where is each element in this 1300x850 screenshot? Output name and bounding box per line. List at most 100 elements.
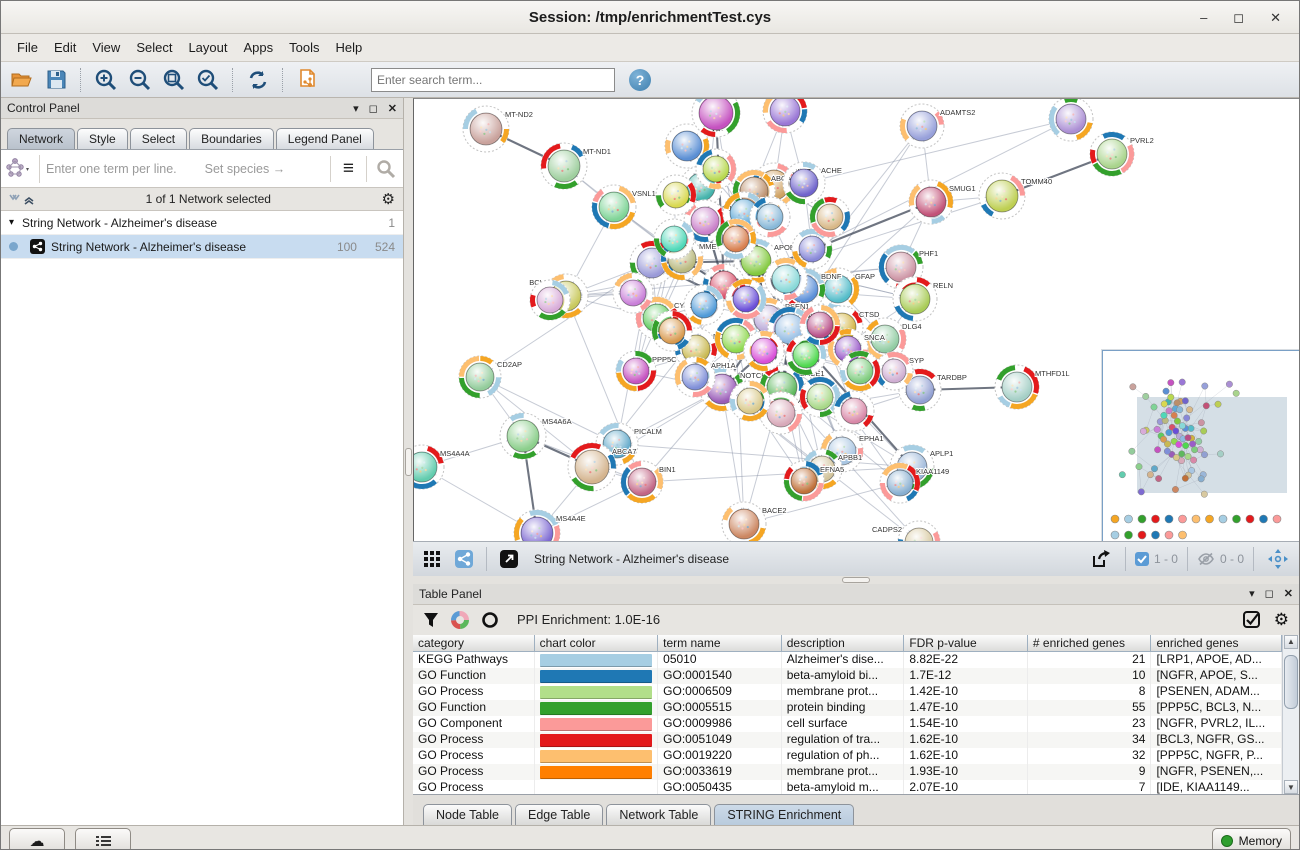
- maximize-button[interactable]: ◻: [1233, 11, 1244, 24]
- table-row[interactable]: GO ProcessGO:0051049regulation of tra...…: [413, 732, 1282, 748]
- network-node-adamts2[interactable]: ADAMTS2: [900, 104, 975, 148]
- zoom-in-button[interactable]: [91, 66, 121, 94]
- network-node[interactable]: [613, 273, 653, 313]
- minimize-button[interactable]: –: [1200, 11, 1207, 24]
- network-row-selected[interactable]: String Network - Alzheimer's disease 100…: [1, 235, 403, 259]
- tab-network[interactable]: Network: [7, 128, 75, 149]
- network-node-ms4a4a[interactable]: MS4A4A: [414, 445, 470, 489]
- panel-close-icon[interactable]: ✕: [1284, 587, 1293, 600]
- splitter-grip[interactable]: [405, 448, 412, 476]
- zoom-selected-button[interactable]: [193, 66, 223, 94]
- navigator-toggle-button[interactable]: [1263, 545, 1293, 573]
- network-node-smug1[interactable]: SMUG1: [909, 180, 976, 224]
- network-node[interactable]: [1049, 99, 1093, 141]
- expand-collapse-icons[interactable]: [9, 193, 35, 205]
- network-node-bin1[interactable]: BIN1: [621, 461, 676, 503]
- cloud-tasks-button[interactable]: ☁: [9, 828, 65, 850]
- refresh-button[interactable]: [243, 66, 273, 94]
- column-header-description[interactable]: description: [782, 635, 905, 652]
- tab-legend-panel[interactable]: Legend Panel: [276, 128, 374, 149]
- column-header-category[interactable]: category: [413, 635, 535, 652]
- string-search-button[interactable]: [373, 155, 399, 183]
- string-options-menu-icon[interactable]: ≡: [337, 158, 360, 180]
- network-node-cd2ap[interactable]: CD2AP: [459, 356, 522, 398]
- zoom-out-button[interactable]: [125, 66, 155, 94]
- close-button[interactable]: ✕: [1270, 11, 1281, 24]
- string-share-button[interactable]: [451, 545, 477, 573]
- network-node-cadps2[interactable]: CADPS2: [872, 521, 940, 541]
- menu-view[interactable]: View: [84, 37, 128, 58]
- settings-gear-icon[interactable]: ⚙: [1274, 610, 1289, 630]
- network-node-pvrl2[interactable]: PVRL2: [1090, 132, 1154, 176]
- open-in-browser-button[interactable]: [496, 545, 522, 573]
- table-row[interactable]: GO ProcessGO:0050435beta-amyloid m...2.0…: [413, 780, 1282, 794]
- network-node-bace2[interactable]: BACE2: [722, 502, 787, 541]
- tab-string-enrichment[interactable]: STRING Enrichment: [714, 804, 854, 825]
- clear-color-ring-icon[interactable]: [481, 611, 499, 629]
- column-header-chart-color[interactable]: chart color: [535, 635, 659, 652]
- horizontal-splitter[interactable]: [413, 576, 1299, 584]
- panel-float-icon[interactable]: ◻: [1265, 587, 1274, 600]
- chart-color-donut-icon[interactable]: [451, 611, 469, 629]
- grid-view-button[interactable]: [419, 545, 445, 573]
- network-node-mt-nd2[interactable]: MT-ND2: [463, 106, 533, 152]
- species-hint[interactable]: Set species →: [205, 162, 286, 176]
- column-header-enriched-genes[interactable]: enriched genes: [1151, 635, 1282, 652]
- column-header-term-name[interactable]: term name: [658, 635, 782, 652]
- menu-layout[interactable]: Layout: [180, 37, 235, 58]
- column-header--enriched-genes[interactable]: # enriched genes: [1028, 635, 1152, 652]
- table-row[interactable]: KEGG Pathways05010Alzheimer's dise...8.8…: [413, 652, 1282, 668]
- network-node[interactable]: [834, 391, 874, 431]
- tab-network-table[interactable]: Network Table: [606, 804, 711, 825]
- memory-button[interactable]: Memory: [1212, 828, 1291, 850]
- help-button[interactable]: ?: [629, 69, 651, 91]
- tree-caret-icon[interactable]: ▾: [9, 217, 14, 228]
- filter-icon[interactable]: [423, 612, 439, 628]
- splitter-grip[interactable]: [842, 577, 870, 583]
- network-node[interactable]: [840, 351, 880, 391]
- task-history-button[interactable]: [75, 828, 131, 850]
- network-canvas[interactable]: MT-ND2MT-ND1VSNL1GAB2ADAMTS2PVRL2TOMM40S…: [413, 98, 1299, 541]
- export-network-button[interactable]: [1086, 545, 1116, 573]
- scroll-down-arrow[interactable]: ▼: [1284, 780, 1298, 794]
- menu-apps[interactable]: Apps: [236, 37, 282, 58]
- clone-network-button[interactable]: [293, 66, 323, 94]
- table-row[interactable]: GO ComponentGO:0009986cell surface1.54E-…: [413, 716, 1282, 732]
- tab-edge-table[interactable]: Edge Table: [515, 804, 603, 825]
- select-terms-checkbox-icon[interactable]: [1243, 611, 1260, 628]
- menu-tools[interactable]: Tools: [281, 37, 327, 58]
- tab-boundaries[interactable]: Boundaries: [189, 128, 274, 149]
- menu-help[interactable]: Help: [328, 37, 371, 58]
- network-options-gear-icon[interactable]: ⚙: [382, 190, 395, 208]
- network-node-mthfd1l[interactable]: MTHFD1L: [995, 365, 1070, 409]
- scrollbar-thumb[interactable]: [1284, 655, 1298, 709]
- table-row[interactable]: GO ProcessGO:0006509membrane prot...1.42…: [413, 684, 1282, 700]
- menu-file[interactable]: File: [9, 37, 46, 58]
- network-node-ms4a4e[interactable]: MS4A4E: [514, 510, 586, 541]
- string-source-selector[interactable]: [5, 155, 40, 183]
- vertical-splitter[interactable]: [404, 98, 413, 825]
- network-navigator[interactable]: [1102, 350, 1299, 541]
- network-collection-row[interactable]: ▾ String Network - Alzheimer's disease 1: [1, 211, 403, 235]
- network-node[interactable]: [763, 99, 807, 133]
- tab-select[interactable]: Select: [130, 128, 187, 149]
- network-node[interactable]: [810, 197, 850, 237]
- tab-style[interactable]: Style: [77, 128, 128, 149]
- scroll-up-arrow[interactable]: ▲: [1284, 635, 1298, 649]
- tab-node-table[interactable]: Node Table: [423, 804, 512, 825]
- save-session-button[interactable]: [41, 66, 71, 94]
- network-node-mt-nd1[interactable]: MT-ND1: [541, 143, 611, 189]
- table-row[interactable]: GO FunctionGO:0001540beta-amyloid bi...1…: [413, 668, 1282, 684]
- network-node-tomm40[interactable]: TOMM40: [979, 173, 1052, 219]
- search-input[interactable]: [371, 68, 615, 92]
- network-node-reln[interactable]: RELN: [893, 277, 953, 321]
- zoom-fit-button[interactable]: [159, 66, 189, 94]
- open-session-button[interactable]: [7, 66, 37, 94]
- table-vertical-scrollbar[interactable]: ▲ ▼: [1282, 635, 1299, 794]
- network-node-kiaa1149[interactable]: KIAA1149: [880, 463, 949, 503]
- column-header-fdr-p-value[interactable]: FDR p-value: [904, 635, 1028, 652]
- string-query-input[interactable]: Enter one term per line. Set species →: [46, 162, 324, 176]
- panel-float-icon[interactable]: ◻: [369, 102, 378, 115]
- menu-select[interactable]: Select: [128, 37, 180, 58]
- table-row[interactable]: GO FunctionGO:0005515protein binding1.47…: [413, 700, 1282, 716]
